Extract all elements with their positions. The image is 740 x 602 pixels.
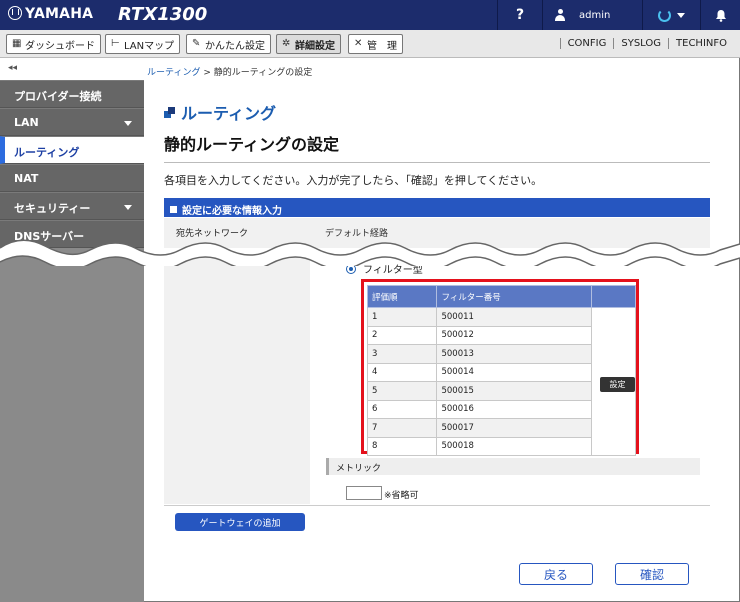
confirm-button[interactable]: 確認 — [615, 563, 689, 585]
filter-number-cell: 500014 — [436, 362, 593, 382]
filter-number-cell: 500017 — [436, 418, 593, 438]
management-label: 管 理 — [367, 40, 397, 52]
top-bar: YAMAHA RTX1300 ? admin — [0, 0, 740, 30]
page-break-wave — [0, 239, 740, 266]
lanmap-label: LANマップ — [124, 40, 175, 52]
column-header-action — [591, 285, 636, 308]
page-title: 静的ルーティングの設定 — [164, 135, 340, 154]
sidebar-item-label: NAT — [14, 172, 39, 185]
user-name: admin — [579, 9, 611, 21]
utility-links: CONFIG SYSLOG TECHINFO — [559, 38, 734, 49]
model-name: RTX1300 — [118, 4, 208, 25]
table-header-row: 評価順 フィルター番号 — [366, 285, 636, 308]
syslog-link[interactable]: SYSLOG — [613, 38, 668, 49]
instruction-text: 各項目を入力してください。入力が完了したら、「確認」を押してください。 — [164, 174, 543, 187]
dashboard-icon: ▦ — [12, 38, 22, 49]
order-cell: 1 — [366, 307, 438, 327]
back-button[interactable]: 戻る — [519, 563, 593, 585]
filter-table-highlight: 評価順 フィルター番号 1 500011 2 500012 3 500013 4 500… — [361, 279, 639, 456]
brand-name: YAMAHA — [25, 6, 94, 22]
breadcrumb: ルーティング > 静的ルーティングの設定 — [147, 65, 312, 78]
breadcrumb-current: 静的ルーティングの設定 — [213, 68, 313, 78]
advanced-settings-label: 詳細設定 — [295, 40, 335, 52]
management-button[interactable]: ✕ 管 理 — [348, 34, 403, 54]
status-menu[interactable] — [642, 0, 700, 30]
sidebar-item-security[interactable]: セキュリティー — [0, 192, 144, 220]
filter-number-cell: 500013 — [436, 344, 593, 364]
chevron-down-icon — [677, 12, 685, 18]
section-title-text: ルーティング — [181, 104, 277, 123]
sidebar-item-label: ルーティング — [14, 146, 80, 159]
sidebar-item-label: プロバイダー接続 — [14, 90, 102, 103]
panel-title: 設定に必要な情報入力 — [182, 205, 282, 217]
filter-table: 評価順 フィルター番号 1 500011 2 500012 3 500013 4 500… — [366, 285, 636, 456]
metric-optional-note: ※省略可 — [384, 491, 419, 501]
config-link[interactable]: CONFIG — [559, 38, 614, 49]
label-column — [164, 255, 310, 504]
lanmap-icon: ⊢ — [111, 38, 120, 49]
easy-setup-button[interactable]: ✎ かんたん設定 — [186, 34, 271, 54]
table-row: 1 500011 — [366, 307, 636, 456]
sidebar-item-label: セキュリティー — [14, 202, 91, 215]
filter-number-cell: 500012 — [436, 325, 593, 345]
lanmap-button[interactable]: ⊢ LANマップ — [105, 34, 181, 54]
wand-icon: ✎ — [192, 38, 201, 49]
column-header-order: 評価順 — [366, 285, 438, 308]
filter-number-cell: 500018 — [436, 436, 593, 456]
loading-ring-icon — [658, 8, 671, 22]
user-menu[interactable]: admin — [542, 0, 642, 30]
chevron-down-icon — [124, 121, 132, 126]
sidebar-item-label: LAN — [14, 116, 39, 129]
filter-set-button[interactable]: 設定 — [600, 377, 635, 392]
form-bottom-divider — [164, 505, 710, 506]
main-content: ルーティング > 静的ルーティングの設定 ルーティング 静的ルーティングの設定 … — [144, 58, 740, 602]
sidebar-item-nat[interactable]: NAT — [0, 164, 144, 192]
filter-number-cell: 500011 — [436, 307, 593, 327]
order-cell: 2 — [366, 325, 438, 345]
sidebar-item-provider[interactable]: プロバイダー接続 — [0, 80, 144, 108]
add-gateway-button[interactable]: ゲートウェイの追加 — [175, 513, 305, 531]
gear-icon: ✲ — [282, 38, 291, 49]
metric-input[interactable] — [346, 486, 382, 500]
sidebar-item-routing[interactable]: ルーティング — [0, 136, 144, 164]
help-button[interactable]: ? — [497, 0, 542, 30]
breadcrumb-separator: > — [200, 68, 214, 78]
column-header-filter-number: フィルター番号 — [436, 285, 593, 308]
order-cell: 8 — [366, 436, 438, 456]
order-cell: 7 — [366, 418, 438, 438]
title-divider — [164, 162, 710, 163]
wrench-icon: ✕ — [354, 38, 363, 49]
chevron-down-icon — [124, 205, 132, 210]
order-cell: 3 — [366, 344, 438, 364]
order-cell: 5 — [366, 381, 438, 401]
square-icon — [170, 205, 177, 213]
easy-setup-label: かんたん設定 — [205, 40, 265, 52]
advanced-settings-button[interactable]: ✲ 詳細設定 — [276, 34, 341, 54]
bell-icon — [715, 9, 726, 22]
notification-button[interactable] — [700, 0, 740, 30]
sidebar: ◂◂ プロバイダー接続 LAN ルーティング NAT セキュリティー DNSサー… — [0, 58, 144, 602]
filter-number-cell: 500016 — [436, 399, 593, 419]
panel-header: 設定に必要な情報入力 — [164, 198, 710, 217]
yamaha-emblem-icon — [8, 6, 22, 20]
filter-number-cell: 500015 — [436, 381, 593, 401]
section-title: ルーティング — [164, 100, 276, 124]
order-cell: 4 — [366, 362, 438, 382]
collapse-sidebar-button[interactable]: ◂◂ — [0, 58, 144, 80]
breadcrumb-routing-link[interactable]: ルーティング — [147, 68, 200, 78]
dashboard-button[interactable]: ▦ ダッシュボード — [6, 34, 101, 54]
techinfo-link[interactable]: TECHINFO — [668, 38, 734, 49]
sidebar-item-lan[interactable]: LAN — [0, 108, 144, 136]
dashboard-label: ダッシュボード — [25, 40, 95, 52]
user-icon — [555, 9, 565, 21]
metric-label: メトリック — [326, 458, 700, 475]
main-menu-bar: ▦ ダッシュボード ⊢ LANマップ ✎ かんたん設定 ✲ 詳細設定 ✕ 管 理 CONF… — [0, 30, 740, 58]
order-cell: 6 — [366, 399, 438, 419]
brand-logo: YAMAHA — [8, 6, 93, 22]
section-icon — [164, 106, 175, 118]
